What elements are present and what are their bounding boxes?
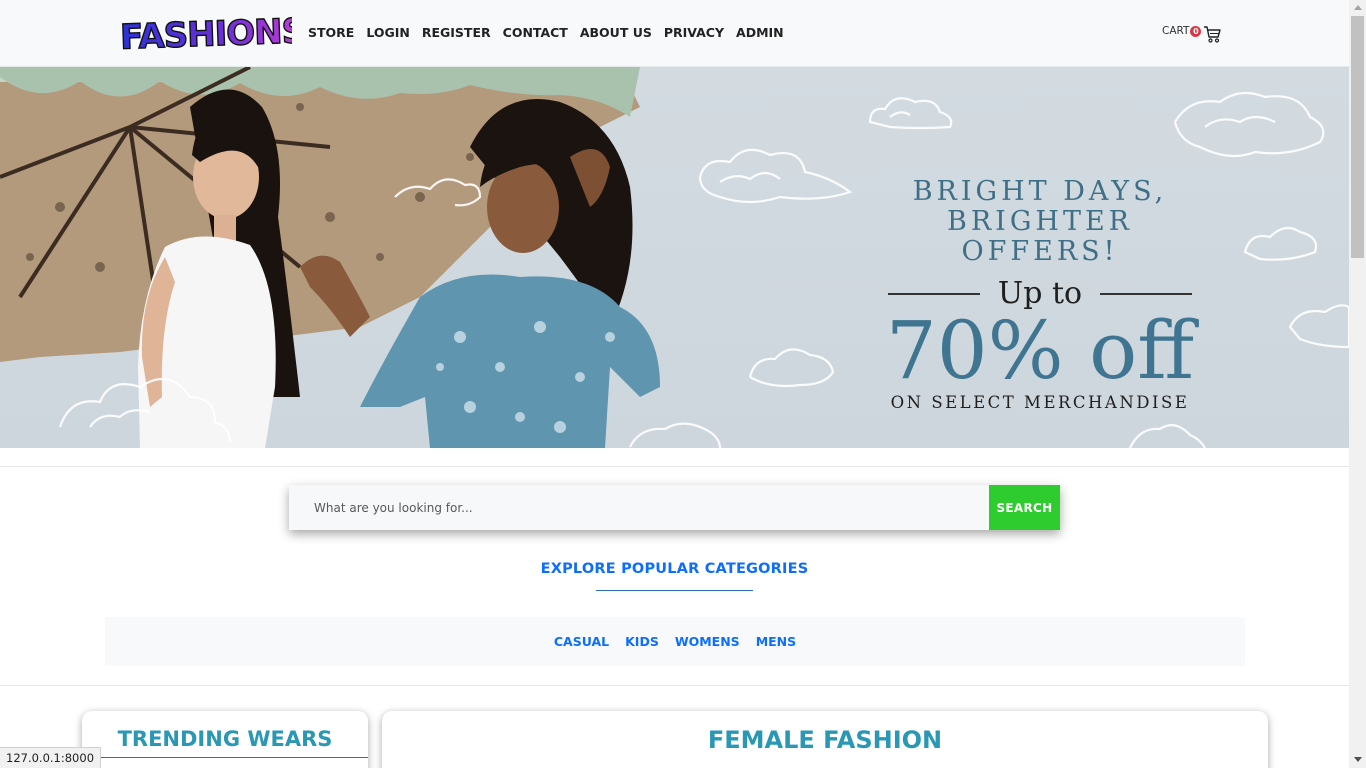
- scrollbar-thumb[interactable]: [1351, 16, 1364, 258]
- category-bar: CASUAL KIDS WOMENS MENS: [105, 617, 1245, 666]
- categories-heading-underline: [596, 590, 753, 591]
- nav-admin[interactable]: ADMIN: [730, 24, 790, 42]
- nav-store[interactable]: STORE: [302, 24, 360, 42]
- svg-text:FASHIONS: FASHIONS: [119, 11, 292, 57]
- category-mens[interactable]: MENS: [756, 634, 796, 649]
- promo-rule-right: [1100, 293, 1193, 295]
- categories-heading: EXPLORE POPULAR CATEGORIES: [540, 561, 809, 577]
- promo-headline-line2: BRIGHTER OFFERS!: [947, 206, 1133, 267]
- scroll-down-arrow-icon[interactable]: [1354, 757, 1362, 762]
- section-divider: [0, 685, 1349, 686]
- section-divider: [0, 466, 1349, 467]
- category-womens[interactable]: WOMENS: [675, 634, 740, 649]
- page-scrollbar[interactable]: [1349, 0, 1366, 768]
- link-status-bar: 127.0.0.1:8000: [0, 747, 102, 768]
- nav-register[interactable]: REGISTER: [416, 24, 497, 42]
- nav-links: STORE LOGIN REGISTER CONTACT ABOUT US PR…: [302, 24, 790, 42]
- nav-about-us[interactable]: ABOUT US: [574, 24, 658, 42]
- nav-contact[interactable]: CONTACT: [497, 24, 574, 42]
- cart-count-badge: 0: [1190, 26, 1202, 37]
- brand-logo[interactable]: FASHIONS: [118, 10, 307, 59]
- nav-privacy[interactable]: PRIVACY: [658, 24, 730, 42]
- promo-rule-left: [887, 293, 980, 295]
- top-navbar: FASHIONS STORE LOGIN REGISTER CONTACT AB…: [0, 0, 1349, 67]
- trending-wears-title: TRENDING WEARS: [117, 727, 333, 751]
- cart-link[interactable]: CART 0: [1162, 24, 1222, 43]
- search-input[interactable]: [289, 485, 989, 530]
- shopping-cart-icon: [1203, 25, 1222, 43]
- promo-text-block: BRIGHT DAYS, BRIGHTER OFFERS! Up to 70% …: [870, 176, 1210, 413]
- nav-login[interactable]: LOGIN: [360, 24, 416, 42]
- trending-title-underline: [82, 757, 368, 758]
- trending-wears-card: TRENDING WEARS: [82, 711, 368, 768]
- scroll-up-arrow-icon[interactable]: [1354, 5, 1362, 10]
- female-fashion-title: FEMALE FASHION: [707, 726, 943, 754]
- promo-discount: 70% off: [885, 304, 1195, 397]
- promo-headline-line1: BRIGHT DAYS,: [912, 176, 1168, 207]
- page: FASHIONS STORE LOGIN REGISTER CONTACT AB…: [0, 0, 1366, 768]
- search-button[interactable]: SEARCH: [989, 485, 1060, 530]
- cart-label: CART: [1162, 25, 1190, 37]
- search-bar: SEARCH: [289, 485, 1060, 530]
- hero-banner[interactable]: BRIGHT DAYS, BRIGHTER OFFERS! Up to 70% …: [0, 67, 1349, 448]
- female-fashion-card: FEMALE FASHION: [382, 711, 1268, 768]
- category-kids[interactable]: KIDS: [625, 634, 659, 649]
- promo-subline: ON SELECT MERCHANDISE: [890, 393, 1190, 412]
- category-casual[interactable]: CASUAL: [554, 634, 609, 649]
